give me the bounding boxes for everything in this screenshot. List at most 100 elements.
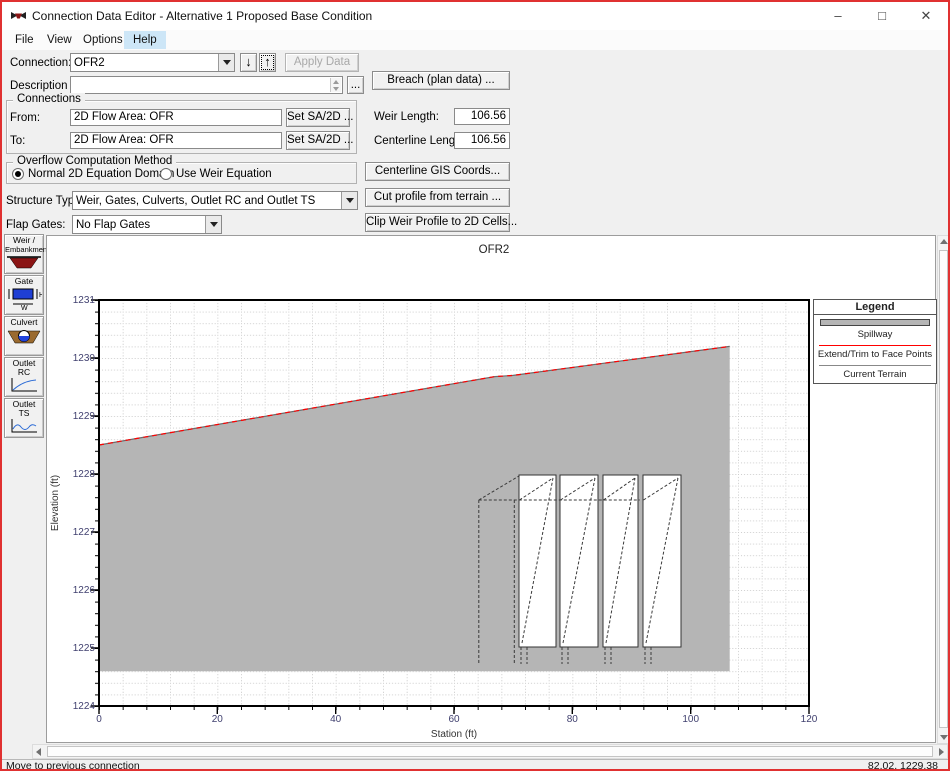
title-bar: Connection Data Editor - Alternative 1 P… bbox=[2, 2, 948, 30]
radio-use-weir-equation[interactable] bbox=[160, 168, 172, 180]
set-sa2d-from-button[interactable]: Set SA/2D ... bbox=[286, 108, 350, 127]
y-axis-title: Elevation (ft) bbox=[50, 475, 61, 531]
breach-plan-data-button[interactable]: Breach (plan data) ... bbox=[372, 71, 510, 90]
x-tick: 60 bbox=[448, 714, 460, 725]
to-field[interactable]: 2D Flow Area: OFR bbox=[70, 132, 282, 149]
y-tick: 1225 bbox=[73, 643, 96, 654]
chart-canvas[interactable]: OFR2 1231 1230 1229 1228 1227 1226 1225 … bbox=[47, 236, 935, 742]
culvert-icon bbox=[6, 327, 42, 345]
culvert-label: Culvert bbox=[5, 318, 43, 327]
close-button[interactable]: ✕ bbox=[904, 2, 948, 30]
legend-entry-current-terrain: Current Terrain bbox=[814, 368, 936, 383]
outlet-ts-icon bbox=[9, 418, 39, 434]
horizontal-scrollbar-thumb[interactable] bbox=[47, 746, 933, 757]
weir-embankment-icon bbox=[6, 254, 42, 270]
spinner-up-icon bbox=[333, 80, 339, 84]
set-sa2d-to-button[interactable]: Set SA/2D ... bbox=[286, 131, 350, 150]
status-bar: Move to previous connection 82.02, 1229.… bbox=[2, 759, 948, 771]
description-spinner[interactable] bbox=[330, 78, 341, 92]
radio-normal-2d-equation[interactable] bbox=[12, 168, 24, 180]
radio-weir-equation-label[interactable]: Use Weir Equation bbox=[176, 168, 272, 180]
x-tick: 40 bbox=[330, 714, 342, 725]
description-input[interactable] bbox=[70, 76, 343, 94]
from-field[interactable]: 2D Flow Area: OFR bbox=[70, 109, 282, 126]
y-tick: 1228 bbox=[73, 469, 96, 480]
menu-bar: File View Options Help bbox=[2, 30, 948, 50]
gate-icon: H W bbox=[6, 286, 42, 310]
legend-title: Legend bbox=[814, 300, 936, 315]
flap-gates-value: No Flap Gates bbox=[73, 219, 205, 231]
legend-entry-extend-trim: Extend/Trim to Face Points bbox=[814, 348, 936, 363]
y-tick: 1229 bbox=[73, 411, 96, 422]
menu-help[interactable]: Help bbox=[124, 31, 166, 49]
chevron-down-icon[interactable] bbox=[218, 54, 234, 71]
connection-value: OFR2 bbox=[71, 57, 218, 69]
weir-embankment-label-1: Weir / bbox=[5, 236, 43, 245]
chevron-down-icon[interactable] bbox=[205, 216, 221, 233]
scroll-down-icon[interactable] bbox=[940, 735, 948, 740]
cursor-coordinates: 82.02, 1229.38 bbox=[868, 760, 938, 771]
flap-gates-label: Flap Gates: bbox=[6, 219, 65, 231]
description-label: Description bbox=[10, 80, 68, 92]
gate-opening-4 bbox=[643, 475, 681, 647]
x-tick: 80 bbox=[567, 714, 579, 725]
weir-embankment-label-2: Embankment bbox=[5, 245, 43, 254]
sidebar-item-outlet-ts[interactable]: Outlet TS bbox=[4, 398, 44, 438]
sidebar-item-outlet-rc[interactable]: Outlet RC bbox=[4, 357, 44, 397]
horizontal-scrollbar[interactable] bbox=[32, 744, 948, 759]
spillway-swatch bbox=[820, 319, 930, 326]
x-tick: 120 bbox=[801, 714, 818, 725]
chart-legend: Legend Spillway Extend/Trim to Face Poin… bbox=[813, 299, 937, 384]
weir-length-label: Weir Length: bbox=[374, 111, 439, 123]
outlet-ts-label-2: TS bbox=[5, 409, 43, 418]
window-title: Connection Data Editor - Alternative 1 P… bbox=[32, 9, 372, 23]
gate-icon-w-label: W bbox=[21, 305, 28, 310]
from-label: From: bbox=[10, 112, 40, 124]
status-message: Move to previous connection bbox=[6, 760, 140, 771]
sidebar-item-gate[interactable]: Gate H W bbox=[4, 275, 44, 315]
radio-normal-2d-label[interactable]: Normal 2D Equation Domain bbox=[28, 168, 174, 180]
x-axis-title: Station (ft) bbox=[431, 729, 477, 740]
to-label: To: bbox=[10, 135, 25, 147]
centerline-length-value: 106.56 bbox=[454, 132, 510, 149]
spinner-down-icon bbox=[333, 87, 339, 91]
next-connection-button[interactable]: ↑ bbox=[259, 53, 276, 72]
centerline-gis-coords-button[interactable]: Centerline GIS Coords... bbox=[365, 162, 510, 181]
gate-opening-3 bbox=[603, 475, 638, 647]
y-tick: 1224 bbox=[73, 701, 96, 712]
connection-data-editor-window: Connection Data Editor - Alternative 1 P… bbox=[0, 0, 950, 771]
y-tick: 1227 bbox=[73, 527, 96, 538]
scroll-left-icon[interactable] bbox=[36, 748, 41, 756]
gate-icon-h-label: H bbox=[39, 292, 42, 299]
x-tick: 100 bbox=[682, 714, 699, 725]
menu-options[interactable]: Options bbox=[74, 31, 132, 49]
gate-label: Gate bbox=[5, 277, 43, 286]
minimize-button[interactable]: – bbox=[816, 2, 860, 30]
outlet-rc-icon bbox=[9, 377, 39, 393]
outlet-rc-label-2: RC bbox=[5, 368, 43, 377]
scroll-right-icon[interactable] bbox=[939, 748, 944, 756]
maximize-button[interactable]: □ bbox=[860, 2, 904, 30]
apply-data-button[interactable]: Apply Data bbox=[285, 53, 359, 72]
weir-length-value: 106.56 bbox=[454, 108, 510, 125]
description-more-button[interactable]: ... bbox=[347, 76, 364, 94]
weir-profile-chart[interactable]: OFR2 1231 1230 1229 1228 1227 1226 1225 … bbox=[46, 235, 936, 743]
y-tick: 1226 bbox=[73, 585, 96, 596]
gate-opening-2 bbox=[560, 475, 598, 647]
structure-type-combobox[interactable]: Weir, Gates, Culverts, Outlet RC and Out… bbox=[72, 191, 358, 210]
sidebar-item-culvert[interactable]: Culvert bbox=[4, 316, 44, 356]
flap-gates-combobox[interactable]: No Flap Gates bbox=[72, 215, 222, 234]
cut-profile-from-terrain-button[interactable]: Cut profile from terrain ... bbox=[365, 188, 510, 207]
current-terrain-swatch bbox=[819, 365, 931, 366]
chevron-down-icon[interactable] bbox=[341, 192, 357, 209]
connection-combobox[interactable]: OFR2 bbox=[70, 53, 235, 72]
gate-opening-1 bbox=[519, 475, 556, 647]
sidebar-item-weir-embankment[interactable]: Weir / Embankment bbox=[4, 234, 44, 274]
overflow-method-title: Overflow Computation Method bbox=[13, 155, 176, 167]
vertical-scrollbar[interactable] bbox=[937, 235, 950, 744]
scroll-up-icon[interactable] bbox=[940, 239, 948, 244]
vertical-scrollbar-thumb[interactable] bbox=[939, 250, 948, 728]
x-tick: 20 bbox=[212, 714, 224, 725]
clip-weir-profile-button[interactable]: Clip Weir Profile to 2D Cells... bbox=[365, 213, 510, 232]
previous-connection-button[interactable]: ↓ bbox=[240, 53, 257, 72]
